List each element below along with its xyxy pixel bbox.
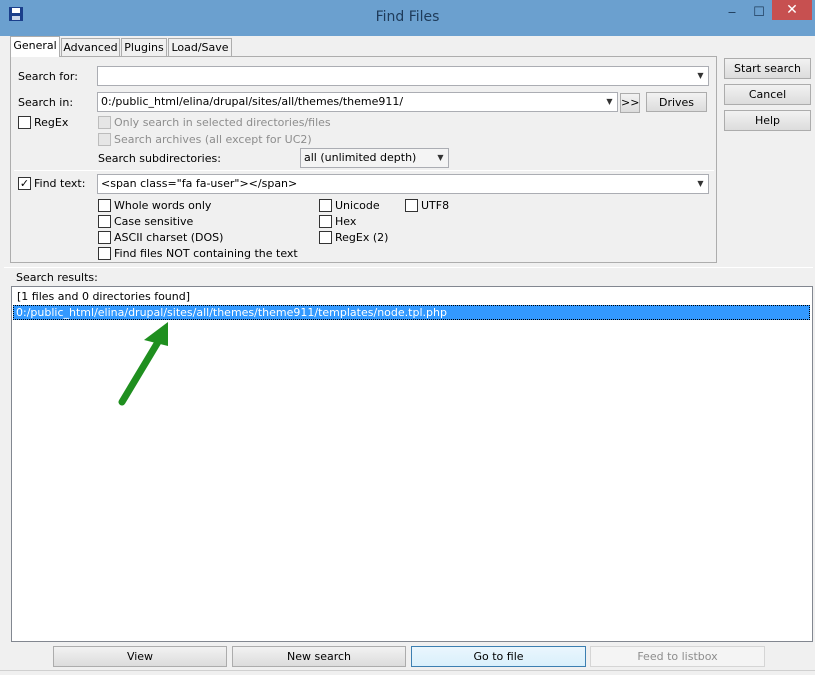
utf8-label: UTF8 <box>421 199 449 212</box>
go-to-file-button[interactable]: Go to file <box>411 646 586 667</box>
utf8-checkbox[interactable] <box>405 199 418 212</box>
ascii-checkbox[interactable] <box>98 231 111 244</box>
results-summary: [1 files and 0 directories found] <box>17 290 190 303</box>
browse-button[interactable]: >> <box>620 93 640 113</box>
minimize-button[interactable]: ‒ <box>719 2 745 26</box>
subdirs-value: all (unlimited depth) <box>304 151 416 164</box>
window-title: Find Files <box>0 9 815 25</box>
not-containing-label: Find files NOT containing the text <box>114 247 298 260</box>
view-button[interactable]: View <box>53 646 227 667</box>
subdirs-label: Search subdirectories: <box>98 152 221 165</box>
whole-words-checkbox[interactable] <box>98 199 111 212</box>
search-archives-checkbox[interactable] <box>98 133 111 146</box>
find-text-label: Find text: <box>34 177 85 190</box>
status-bar <box>0 670 815 675</box>
search-archives-label: Search archives (all except for UC2) <box>114 133 312 146</box>
hex-checkbox[interactable] <box>319 215 332 228</box>
chevron-down-icon[interactable]: ▼ <box>693 67 708 85</box>
close-button[interactable]: ✕ <box>772 0 812 20</box>
search-in-value: 0:/public_html/elina/drupal/sites/all/th… <box>101 95 403 108</box>
tab-general[interactable]: General <box>10 36 60 57</box>
chevron-down-icon[interactable]: ▼ <box>602 93 617 111</box>
unicode-label: Unicode <box>335 199 380 212</box>
new-search-button[interactable]: New search <box>232 646 406 667</box>
search-for-input[interactable]: ▼ <box>97 66 709 86</box>
cancel-button[interactable]: Cancel <box>724 84 811 105</box>
hex-label: Hex <box>335 215 356 228</box>
regex-checkbox[interactable] <box>18 116 31 129</box>
annotation-arrow-icon <box>110 318 180 410</box>
unicode-checkbox[interactable] <box>319 199 332 212</box>
case-sensitive-label: Case sensitive <box>114 215 193 228</box>
search-in-input[interactable]: 0:/public_html/elina/drupal/sites/all/th… <box>97 92 618 112</box>
regex2-label: RegEx (2) <box>335 231 388 244</box>
search-for-label: Search for: <box>18 70 78 83</box>
help-button[interactable]: Help <box>724 110 811 131</box>
maximize-button[interactable]: ☐ <box>746 2 772 26</box>
case-sensitive-checkbox[interactable] <box>98 215 111 228</box>
chevron-down-icon[interactable]: ▼ <box>433 149 448 167</box>
regex-label: RegEx <box>34 116 68 129</box>
tab-plugins[interactable]: Plugins <box>121 38 167 56</box>
find-text-value: <span class="fa fa-user"></span> <box>101 177 297 190</box>
not-containing-checkbox[interactable] <box>98 247 111 260</box>
search-in-label: Search in: <box>18 96 73 109</box>
feed-to-listbox-button[interactable]: Feed to listbox <box>590 646 765 667</box>
whole-words-label: Whole words only <box>114 199 211 212</box>
find-text-input[interactable]: <span class="fa fa-user"></span> ▼ <box>97 174 709 194</box>
drives-button[interactable]: Drives <box>646 92 707 112</box>
only-selected-label: Only search in selected directories/file… <box>114 116 331 129</box>
find-text-checkbox[interactable]: ✓ <box>18 177 31 190</box>
start-search-button[interactable]: Start search <box>724 58 811 79</box>
chevron-down-icon[interactable]: ▼ <box>693 175 708 193</box>
divider <box>4 267 813 268</box>
search-results-label: Search results: <box>16 271 98 284</box>
divider <box>14 170 714 171</box>
subdirs-select[interactable]: all (unlimited depth) ▼ <box>300 148 449 168</box>
tab-advanced[interactable]: Advanced <box>61 38 120 56</box>
regex2-checkbox[interactable] <box>319 231 332 244</box>
only-selected-checkbox[interactable] <box>98 116 111 129</box>
tab-load-save[interactable]: Load/Save <box>168 38 232 56</box>
ascii-label: ASCII charset (DOS) <box>114 231 223 244</box>
